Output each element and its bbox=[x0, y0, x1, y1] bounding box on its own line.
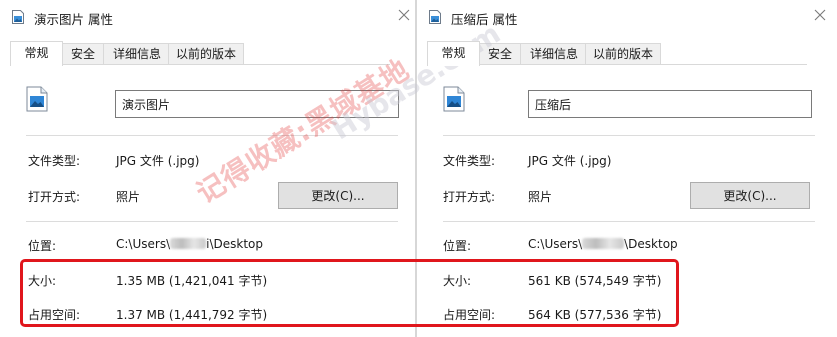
change-button[interactable]: 更改(C)... bbox=[278, 182, 398, 209]
tab-previous-versions[interactable]: 以前的版本 bbox=[585, 43, 661, 65]
window-title: 压缩后 属性 bbox=[451, 12, 518, 27]
location-prefix: C:\Users\ bbox=[116, 237, 171, 251]
size-label: 大小: bbox=[443, 274, 472, 288]
size-value: 561 KB (574,549 字节) bbox=[528, 274, 662, 288]
disk-size-value: 564 KB (577,536 字节) bbox=[528, 308, 662, 322]
tab-general[interactable]: 常规 bbox=[427, 41, 480, 66]
open-with-value: 照片 bbox=[116, 190, 141, 204]
filename-field[interactable] bbox=[115, 90, 399, 118]
image-file-icon bbox=[26, 86, 48, 112]
tab-previous-versions[interactable]: 以前的版本 bbox=[168, 43, 244, 65]
open-with-value: 照片 bbox=[528, 190, 553, 204]
image-file-icon bbox=[443, 86, 465, 112]
file-type-label: 文件类型: bbox=[28, 154, 81, 168]
title-bar[interactable]: 演示图片 属性 bbox=[0, 0, 415, 34]
disk-size-label: 占用空间: bbox=[443, 308, 496, 322]
divider bbox=[26, 135, 398, 136]
file-type-value: JPG 文件 (.jpg) bbox=[528, 154, 612, 168]
change-button[interactable]: 更改(C)... bbox=[690, 182, 810, 209]
size-value: 1.35 MB (1,421,041 字节) bbox=[116, 274, 268, 288]
window-title: 演示图片 属性 bbox=[34, 12, 113, 27]
title-bar[interactable]: 压缩后 属性 bbox=[417, 0, 837, 34]
location-prefix: C:\Users\ bbox=[528, 237, 583, 251]
tab-security[interactable]: 安全 bbox=[477, 43, 523, 65]
redacted-username bbox=[582, 238, 625, 249]
close-icon[interactable] bbox=[397, 8, 411, 22]
disk-size-value: 1.37 MB (1,441,792 字节) bbox=[116, 308, 268, 322]
properties-window-compressed: 压缩后 属性 常规 安全 详细信息 以前的版本 文件类型: JPG 文件 (.j… bbox=[417, 0, 837, 337]
location-suffix: \Desktop bbox=[624, 237, 678, 251]
filename-field[interactable] bbox=[528, 90, 812, 118]
open-with-label: 打开方式: bbox=[28, 190, 81, 204]
location-label: 位置: bbox=[28, 239, 57, 253]
location-value: C:\Users\ \Desktop bbox=[528, 237, 678, 251]
image-file-icon bbox=[429, 10, 441, 24]
tab-security[interactable]: 安全 bbox=[60, 43, 106, 65]
location-suffix: i\Desktop bbox=[206, 237, 263, 251]
tab-details[interactable]: 详细信息 bbox=[103, 43, 171, 65]
tab-general[interactable]: 常规 bbox=[10, 41, 63, 66]
tab-details[interactable]: 详细信息 bbox=[520, 43, 588, 65]
image-file-icon bbox=[12, 10, 24, 24]
close-icon[interactable] bbox=[813, 8, 827, 22]
open-with-label: 打开方式: bbox=[443, 190, 496, 204]
size-label: 大小: bbox=[28, 274, 57, 288]
divider bbox=[26, 221, 398, 222]
file-type-label: 文件类型: bbox=[443, 154, 496, 168]
divider bbox=[443, 135, 815, 136]
redacted-username bbox=[170, 238, 207, 249]
properties-window-original: 演示图片 属性 常规 安全 详细信息 以前的版本 文件类型: JPG 文件 (.… bbox=[0, 0, 415, 337]
disk-size-label: 占用空间: bbox=[28, 308, 81, 322]
file-type-value: JPG 文件 (.jpg) bbox=[116, 154, 200, 168]
location-label: 位置: bbox=[443, 239, 472, 253]
location-value: C:\Users\ i\Desktop bbox=[116, 237, 263, 251]
divider bbox=[443, 221, 815, 222]
